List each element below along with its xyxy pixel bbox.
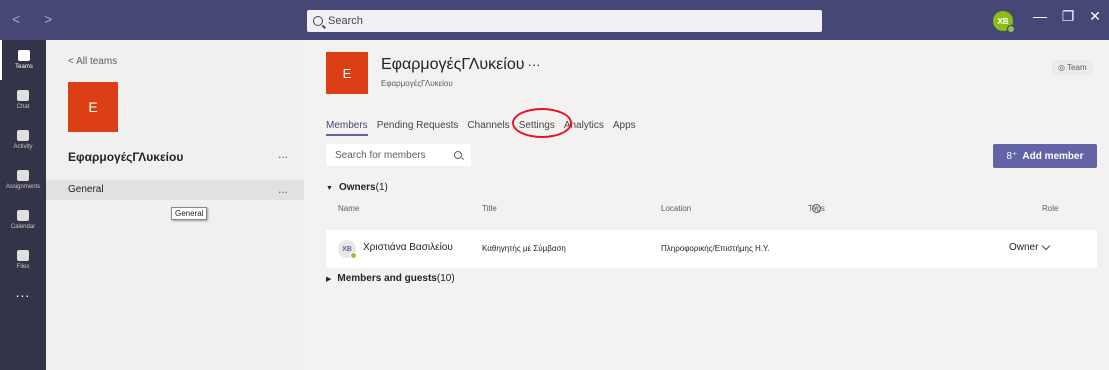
presence-status-icon [350, 252, 357, 259]
add-member-button[interactable]: 8⁺ Add member [993, 144, 1097, 168]
column-location: Location [661, 204, 692, 213]
tab-apps[interactable]: Apps [613, 120, 636, 136]
files-icon [17, 250, 29, 261]
info-icon[interactable]: i [812, 204, 821, 213]
teams-icon [18, 50, 30, 61]
team-type-badge: ◎ Team [1052, 60, 1093, 75]
rail-item-activity[interactable]: Activity [0, 120, 46, 160]
close-button[interactable]: ✕ [1085, 8, 1105, 25]
page-title: ΕφαρμογέςΓΛυκείου ··· [381, 56, 541, 73]
more-apps-button[interactable]: ... [0, 284, 46, 300]
tab-channels[interactable]: Channels [467, 120, 509, 136]
search-icon [454, 151, 462, 159]
channel-item-general[interactable]: General ... [46, 180, 304, 200]
team-name: ΕφαρμογέςΓΛυκείου [68, 150, 184, 164]
member-title: Καθηγητής με Σύμβαση [482, 244, 566, 253]
channel-more-options-button[interactable]: ... [278, 182, 288, 196]
rail-item-files[interactable]: Files [0, 240, 46, 280]
column-title: Title [482, 204, 497, 213]
user-avatar[interactable]: XB [993, 11, 1015, 33]
owners-section-toggle[interactable]: ▼ Owners(1) [326, 182, 388, 193]
members-table-header: Name Title Location Tags i Role [338, 204, 1059, 213]
maximize-button[interactable]: ❐ [1058, 8, 1078, 25]
history-arrows[interactable]: < > [12, 11, 62, 27]
app-rail: Teams Chat Activity Assignments Calendar… [0, 40, 46, 370]
page-subtitle: ΕφαρμογέςΓΛυκείου [381, 79, 453, 88]
add-person-icon: 8⁺ [1006, 150, 1018, 162]
column-name: Name [338, 204, 360, 213]
channel-tooltip: General [171, 207, 208, 220]
role-dropdown[interactable]: Owner [1009, 241, 1051, 253]
all-teams-link[interactable]: < All teams [68, 56, 117, 67]
team-more-options-button[interactable]: ... [278, 147, 288, 161]
members-guests-section-toggle[interactable]: ▶ Members and guests(10) [326, 273, 455, 284]
tab-members[interactable]: Members [326, 120, 368, 136]
team-avatar-large: E [326, 52, 368, 94]
member-search-input[interactable]: Search for members [326, 144, 471, 166]
member-name: Χριστιάνα Βασιλείου [363, 242, 453, 253]
chat-icon [17, 90, 29, 101]
channel-label: General [68, 184, 104, 195]
title-bar: < > Search XB — ❐ ✕ [0, 0, 1109, 40]
caret-down-icon: ▼ [326, 185, 333, 192]
chevron-down-icon [1042, 241, 1051, 251]
rail-item-calendar[interactable]: Calendar [0, 200, 46, 240]
caret-right-icon: ▶ [326, 276, 332, 283]
rail-item-assignments[interactable]: Assignments [0, 160, 46, 200]
member-location: Πληροφορικής/Επιστήμης Η.Υ. [661, 244, 770, 253]
calendar-icon [17, 210, 29, 221]
team-sidebar: < All teams E ΕφαρμογέςΓΛυκείου ... Gene… [46, 40, 304, 370]
search-icon [313, 16, 323, 26]
table-row: XB Χριστιάνα Βασιλείου Καθηγητής με Σύμβ… [326, 230, 1097, 268]
member-avatar: XB [338, 240, 357, 259]
title-more-options-button[interactable]: ··· [527, 57, 540, 72]
minimize-button[interactable]: — [1030, 8, 1050, 24]
assignments-icon [17, 170, 29, 181]
member-search-placeholder: Search for members [335, 149, 426, 161]
team-avatar: E [68, 82, 118, 132]
settings-highlight-annotation [512, 108, 572, 138]
team-management-pane: E ΕφαρμογέςΓΛυκείου ··· ΕφαρμογέςΓΛυκείου… [304, 40, 1109, 370]
rail-item-chat[interactable]: Chat [0, 80, 46, 120]
presence-status-icon [1007, 25, 1015, 33]
rail-item-teams[interactable]: Teams [0, 40, 46, 80]
search-placeholder: Search [328, 15, 363, 27]
bell-icon [17, 130, 29, 141]
global-search-input[interactable]: Search [307, 10, 822, 32]
tab-pending-requests[interactable]: Pending Requests [377, 120, 459, 136]
column-role: Role [1042, 204, 1059, 213]
tab-bar: Members Pending Requests Channels Settin… [326, 120, 645, 136]
